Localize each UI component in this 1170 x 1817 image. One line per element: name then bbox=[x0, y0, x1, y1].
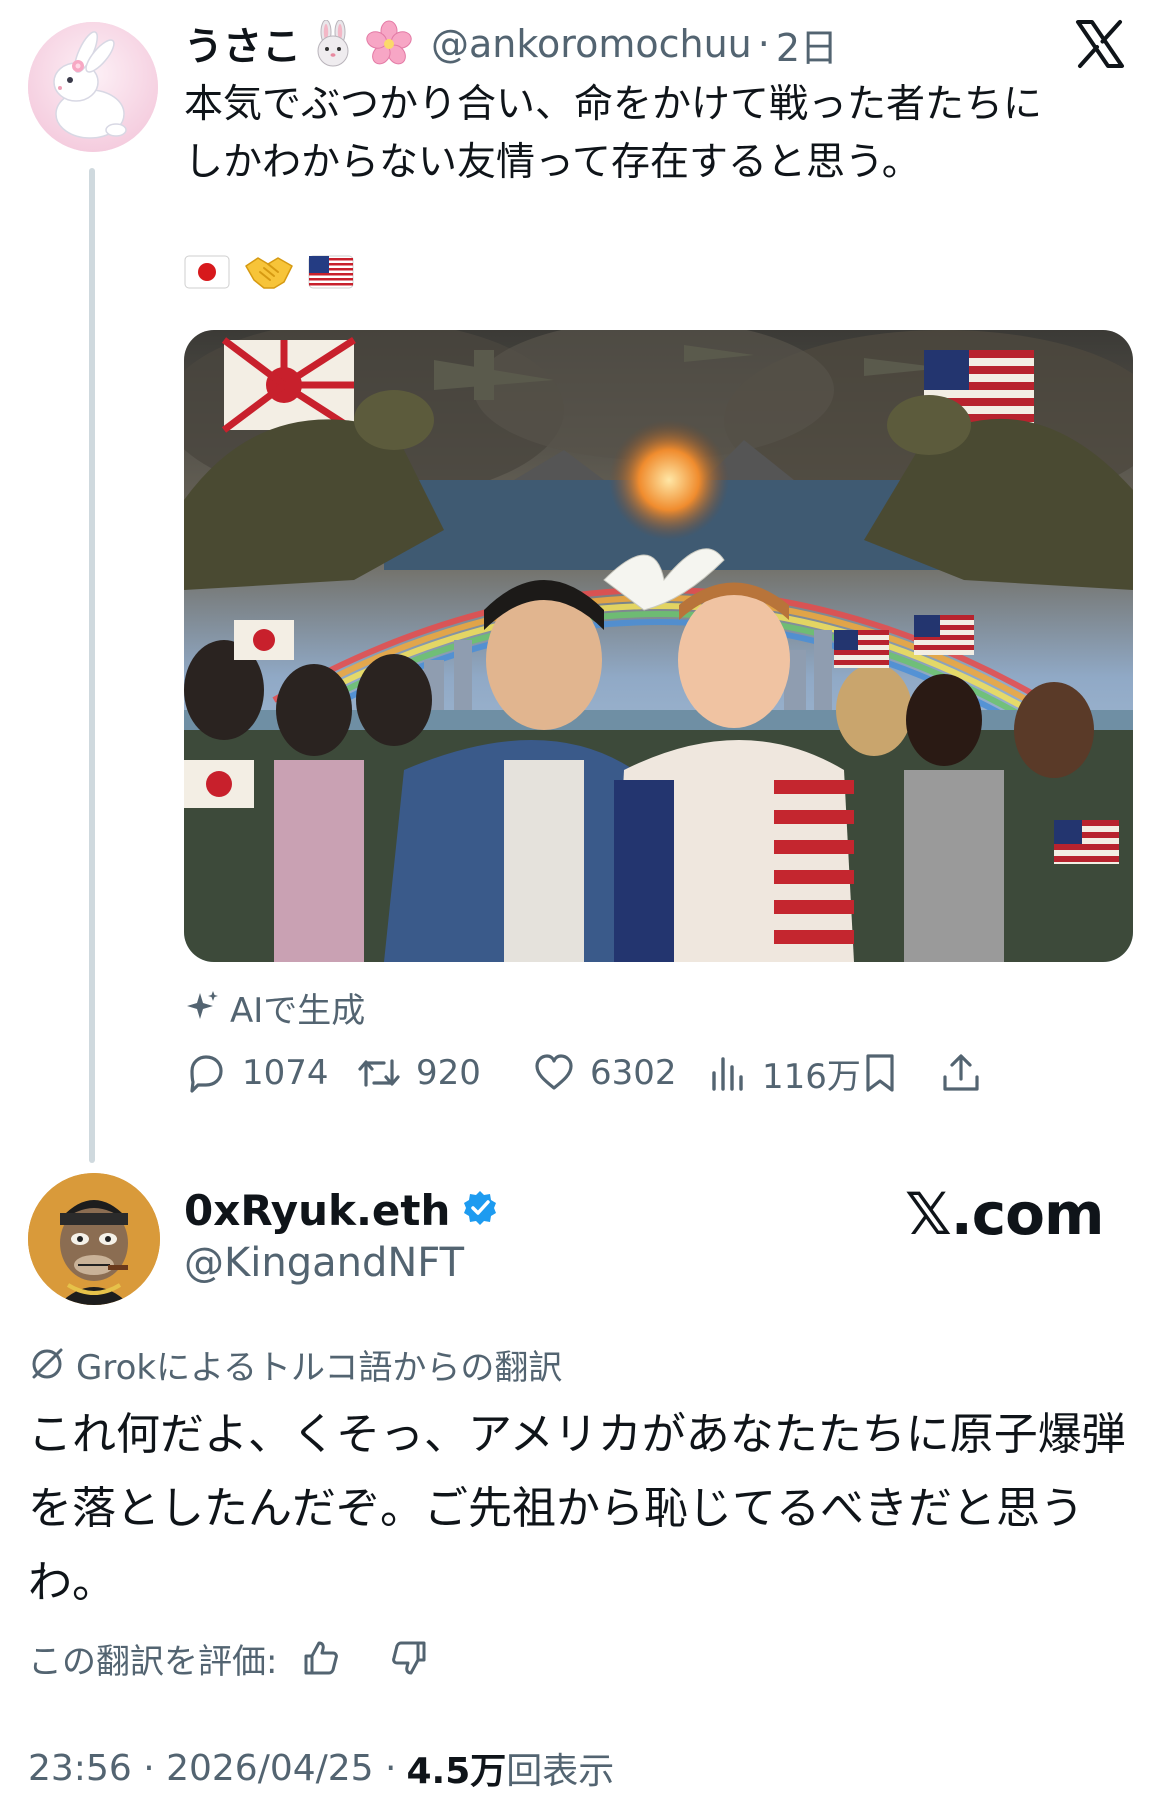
like-count: 6302 bbox=[590, 1053, 677, 1093]
views-count: 116万 bbox=[762, 1056, 861, 1097]
repost-button[interactable]: 920 bbox=[356, 1042, 481, 1104]
tweet1-timestamp[interactable]: 2日 bbox=[776, 17, 838, 72]
share-icon bbox=[943, 1054, 979, 1091]
thumbs-up-icon bbox=[304, 1641, 339, 1675]
tweet2-handle[interactable]: @KingandNFT bbox=[184, 1240, 464, 1286]
rate-translation-label: この翻訳を評価: bbox=[28, 1641, 278, 1682]
tweet2-name-row: 0xRyuk.eth bbox=[184, 1180, 500, 1240]
ai-generated-label: AIで生成 bbox=[184, 982, 365, 1032]
reply-count: 1074 bbox=[242, 1053, 329, 1093]
tweet2-body: これ何だよ、くそっ、アメリカがあなたたちに原子爆弾を落としたんだぞ。ご先祖から恥… bbox=[28, 1409, 1126, 1608]
cherry-blossom-icon bbox=[365, 20, 413, 68]
tweet1-attached-image[interactable] bbox=[184, 330, 1133, 962]
avatar-usako[interactable] bbox=[28, 22, 158, 152]
tweet2-views-count: 4.5万 bbox=[406, 1751, 507, 1792]
grok-icon bbox=[32, 1348, 63, 1379]
handshake-icon bbox=[244, 252, 294, 292]
reply-icon bbox=[190, 1055, 223, 1093]
like-button[interactable]: 6302 bbox=[532, 1042, 677, 1104]
japan-flag-icon bbox=[184, 255, 230, 289]
reply-button[interactable]: 1074 bbox=[184, 1042, 329, 1104]
tweet1-handle[interactable]: @ankoromochuu bbox=[431, 22, 752, 66]
tweet-thread-screenshot: うさこ @ankoromochuu · 2日 本気でぶつかり合い、命をかけて戦っ… bbox=[0, 0, 1170, 1817]
thread-connector-line bbox=[89, 168, 95, 1163]
translation-label[interactable]: Grokによるトルコ語からの翻訳 bbox=[76, 1340, 562, 1389]
bookmark-button[interactable] bbox=[860, 1042, 900, 1104]
views-chart-icon bbox=[712, 1057, 743, 1091]
thumbs-up-button[interactable] bbox=[301, 1638, 341, 1678]
tweet2-meta: 23:56 · 2026/04/25 · 4.5万 回表示 bbox=[28, 1740, 614, 1796]
separator-dot: · bbox=[757, 22, 770, 66]
verified-badge-icon bbox=[460, 1188, 500, 1232]
rabbit-face-icon bbox=[309, 19, 357, 68]
repost-icon bbox=[358, 1059, 400, 1087]
ai-generated-text: AIで生成 bbox=[230, 990, 366, 1031]
translation-rating: この翻訳を評価: bbox=[28, 1630, 429, 1686]
tweet1-emoji-row bbox=[184, 248, 354, 296]
ape-avatar-image bbox=[28, 1173, 160, 1305]
heart-icon bbox=[535, 1054, 573, 1090]
avatar-0xryuk[interactable] bbox=[28, 1173, 160, 1305]
thumbs-down-icon bbox=[392, 1641, 426, 1675]
thumbs-down-button[interactable] bbox=[389, 1638, 429, 1678]
tweet1-header: うさこ @ankoromochuu · 2日 bbox=[184, 18, 838, 70]
bookmark-icon bbox=[866, 1054, 894, 1092]
translation-notice: Grokによるトルコ語からの翻訳 bbox=[28, 1338, 562, 1390]
repost-count: 920 bbox=[416, 1053, 481, 1093]
tweet1-text-line2: しかわからない友情って存在すると思う。 bbox=[184, 140, 921, 185]
usa-flag-icon bbox=[308, 255, 354, 289]
views-button[interactable]: 116万 bbox=[708, 1042, 861, 1104]
tweet2-views-suffix: 回表示 bbox=[506, 1751, 615, 1792]
tweet1-body: 本気でぶつかり合い、命をかけて戦った者たちに しかわからない友情って存在すると思… bbox=[184, 76, 1114, 192]
tweet2-display-name[interactable]: 0xRyuk.eth bbox=[184, 1186, 450, 1235]
war-friendship-illustration bbox=[184, 330, 1133, 962]
tweet1-display-name[interactable]: うさこ bbox=[184, 16, 301, 72]
tweet2-timestamp[interactable]: 23:56 · 2026/04/25 · bbox=[28, 1748, 396, 1789]
tweet1-text-line1: 本気でぶつかり合い、命をかけて戦った者たちに bbox=[184, 82, 1043, 127]
tweet1-action-bar: 1074 920 6302 116万 bbox=[184, 1042, 1134, 1104]
x-com-watermark: 𝕏.com bbox=[905, 1180, 1104, 1248]
sparkle-icon bbox=[187, 991, 218, 1019]
share-button[interactable] bbox=[940, 1042, 982, 1104]
rabbit-avatar-image bbox=[28, 22, 158, 152]
x-logo-icon bbox=[1074, 18, 1126, 70]
